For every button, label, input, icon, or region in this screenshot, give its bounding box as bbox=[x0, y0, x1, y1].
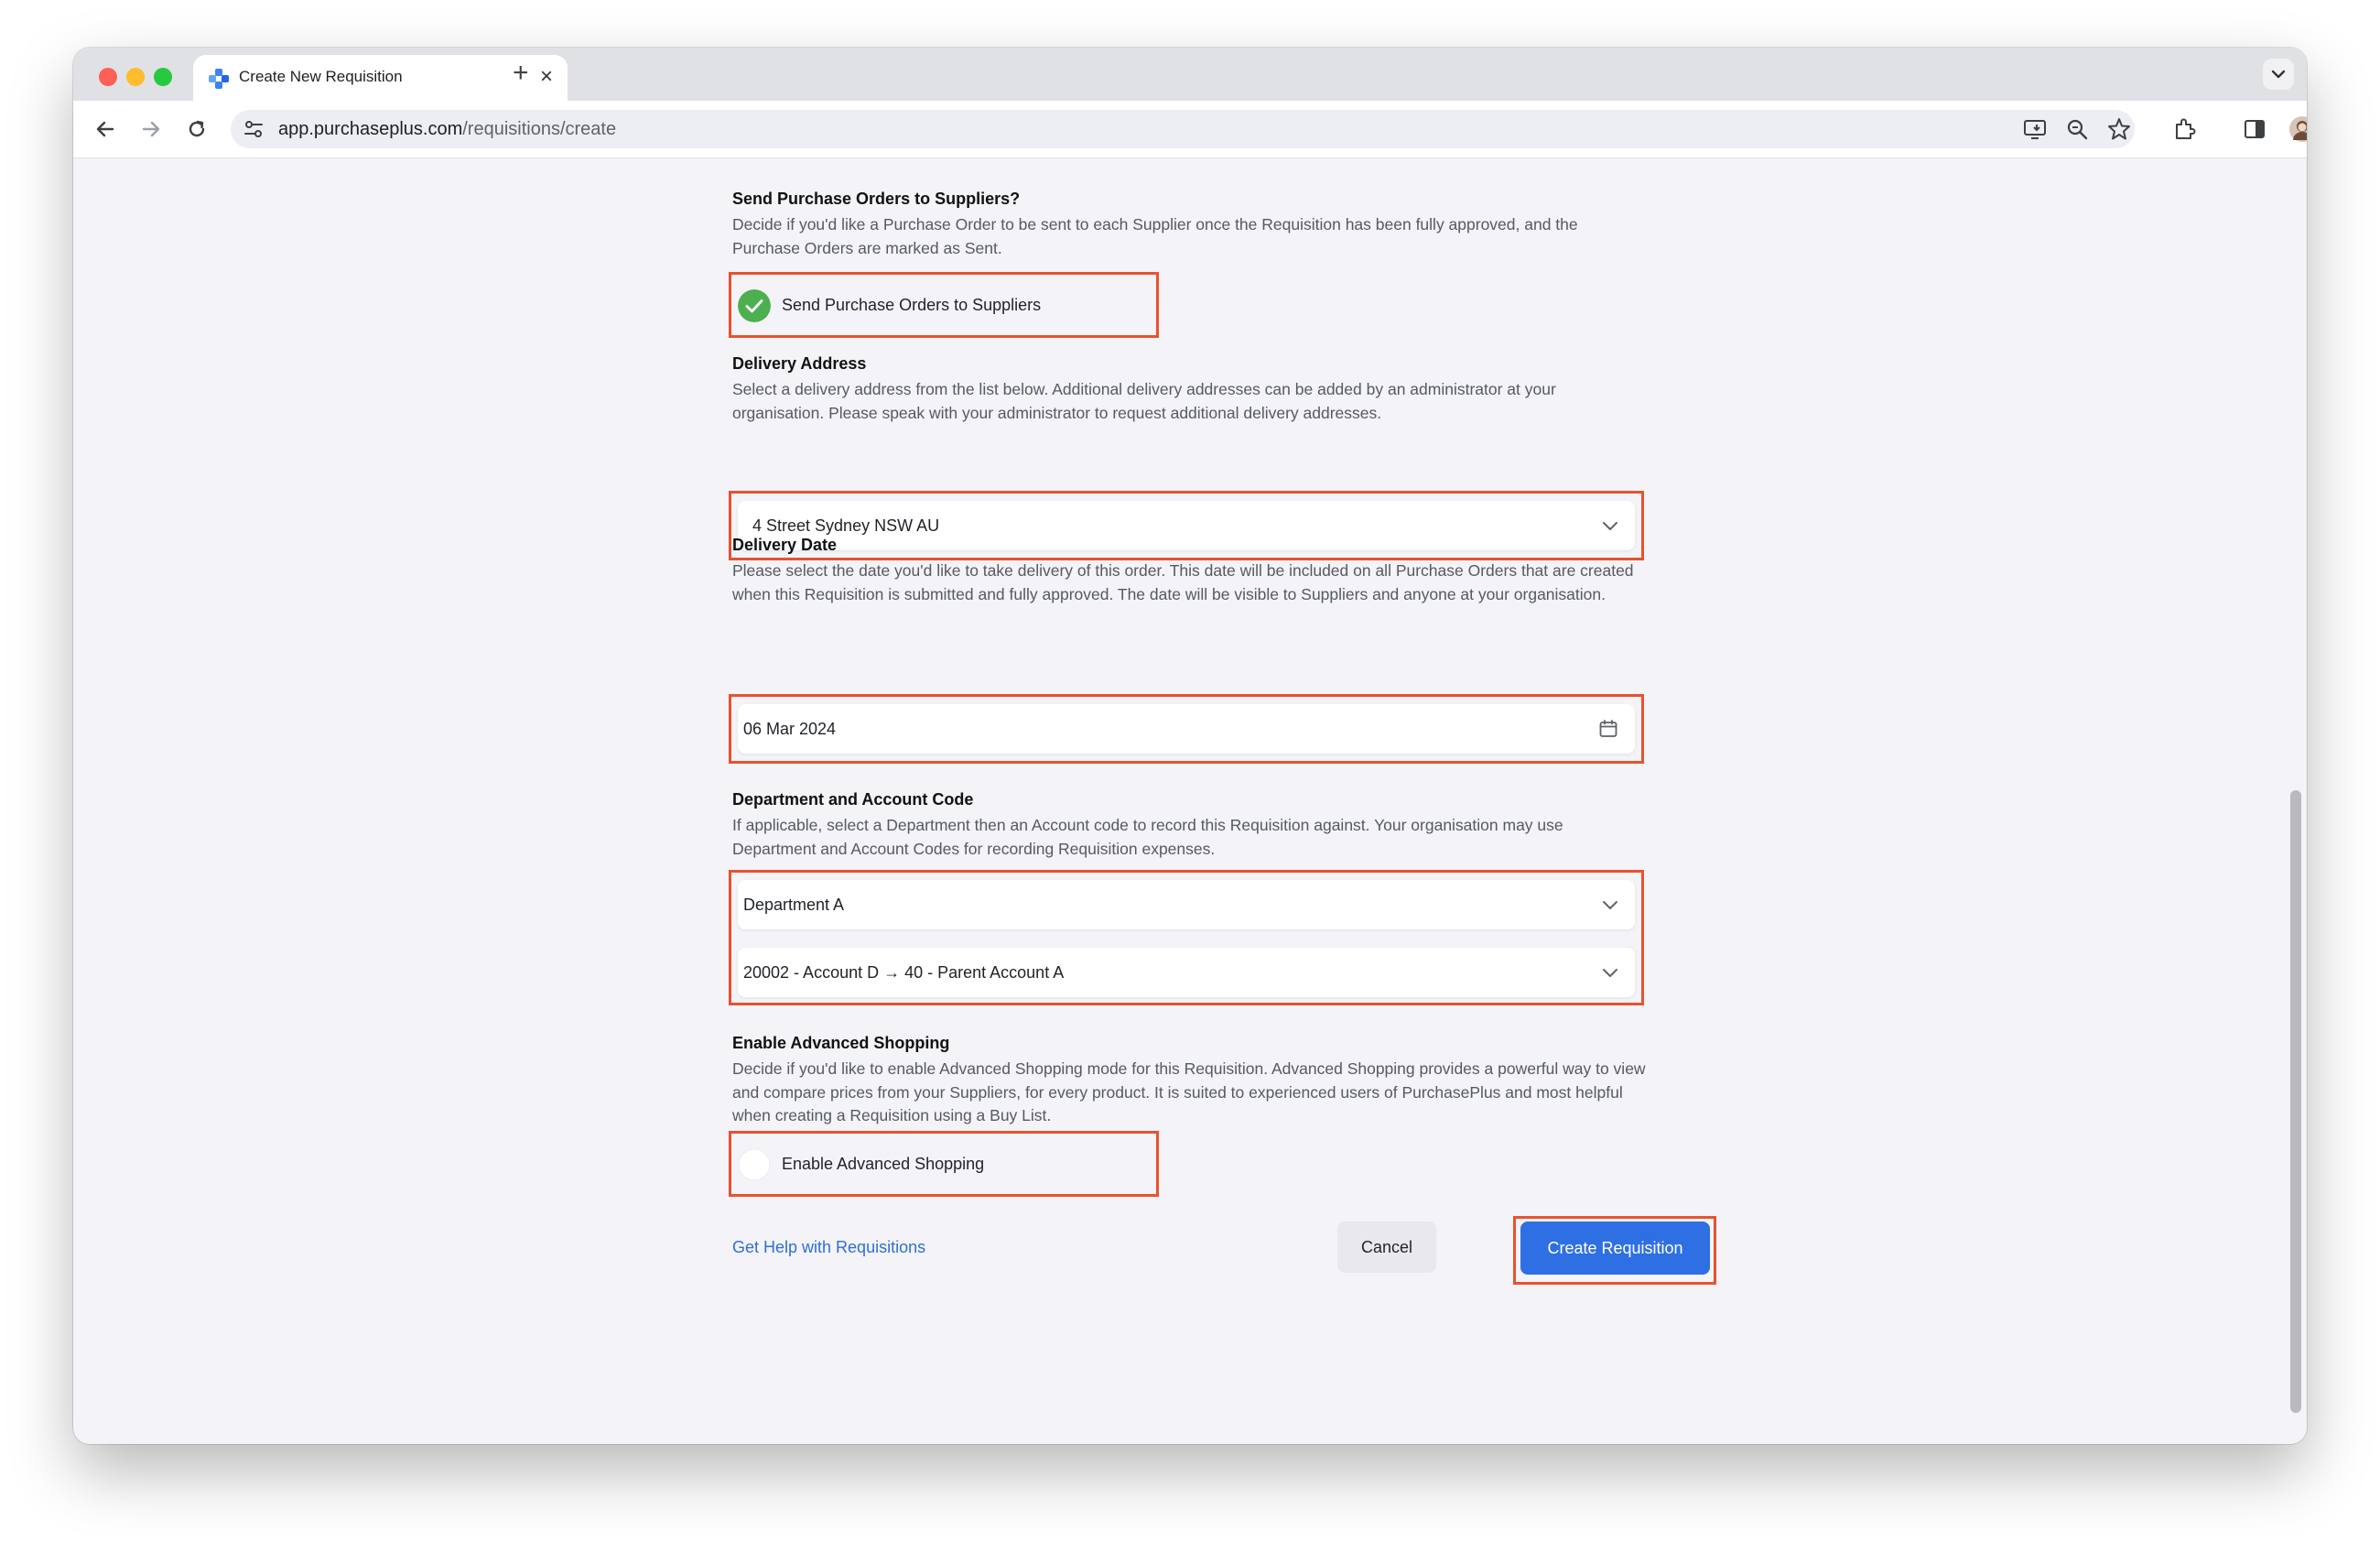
puzzle-icon bbox=[2176, 118, 2196, 139]
url-text: app.purchaseplus.com/requisitions/create bbox=[278, 119, 616, 140]
advanced-shopping-description: Decide if you'd like to enable Advanced … bbox=[732, 1059, 1646, 1124]
maximize-window-button[interactable] bbox=[154, 68, 172, 86]
send-po-toggle[interactable] bbox=[738, 289, 771, 322]
advanced-shopping-title: Enable Advanced Shopping bbox=[732, 1034, 950, 1052]
install-desktop-icon bbox=[2024, 120, 2046, 139]
cancel-button[interactable]: Cancel bbox=[1337, 1222, 1436, 1273]
url-path: /requisitions/create bbox=[462, 119, 617, 139]
zoom-button[interactable] bbox=[2061, 114, 2093, 145]
star-icon bbox=[2108, 118, 2130, 140]
create-requisition-button[interactable]: Create Requisition bbox=[1520, 1222, 1710, 1275]
browser-tab[interactable]: Create New Requisition × bbox=[193, 55, 568, 101]
send-po-description: Decide if you'd like a Purchase Order to… bbox=[732, 215, 1578, 257]
arrow-left-icon bbox=[96, 121, 114, 137]
back-button[interactable] bbox=[90, 114, 121, 145]
chevron-down-icon bbox=[2271, 70, 2286, 79]
delivery-date-input[interactable]: 06 Mar 2024 bbox=[738, 704, 1635, 754]
side-panel-icon bbox=[2245, 120, 2265, 138]
reload-icon bbox=[189, 120, 205, 137]
calendar-icon[interactable] bbox=[1598, 719, 1618, 739]
install-app-button[interactable] bbox=[2019, 114, 2050, 145]
delivery-date-title: Delivery Date bbox=[732, 536, 838, 554]
delivery-address-title: Delivery Address bbox=[732, 354, 867, 373]
purchaseplus-favicon-icon bbox=[209, 69, 229, 89]
minimize-window-button[interactable] bbox=[126, 68, 145, 86]
advanced-shopping-toggle[interactable] bbox=[738, 1148, 771, 1181]
close-tab-icon[interactable]: × bbox=[540, 64, 553, 90]
tab-search-button[interactable] bbox=[2263, 59, 2294, 90]
new-tab-icon[interactable]: + bbox=[513, 57, 529, 90]
account-code-select[interactable]: 20002 - Account D → 40 - Parent Account … bbox=[738, 948, 1635, 997]
zoom-icon bbox=[2067, 119, 2088, 140]
tab-title: Create New Requisition bbox=[239, 68, 403, 85]
department-account-description: If applicable, select a Department then … bbox=[732, 816, 1563, 858]
bookmark-button[interactable] bbox=[2104, 114, 2135, 145]
chevron-down-icon bbox=[1603, 522, 1617, 530]
reload-button[interactable] bbox=[181, 114, 212, 145]
advanced-shopping-label: Enable Advanced Shopping bbox=[782, 1155, 985, 1173]
page-content: Send Purchase Orders to Suppliers? Decid… bbox=[73, 158, 2307, 1444]
avatar bbox=[2289, 116, 2307, 142]
chevron-down-icon bbox=[1603, 901, 1617, 909]
site-settings-icon[interactable] bbox=[242, 117, 265, 141]
forward-button[interactable] bbox=[135, 114, 167, 145]
tab-strip: Create New Requisition × + bbox=[73, 48, 2307, 101]
address-bar[interactable]: app.purchaseplus.com/requisitions/create bbox=[231, 110, 2135, 148]
delivery-date-description: Please select the date you'd like to tak… bbox=[732, 561, 1634, 603]
arrow-right-icon bbox=[142, 121, 160, 137]
send-po-label: Send Purchase Orders to Suppliers bbox=[782, 296, 1042, 314]
account-code-value: 20002 - Account D → 40 - Parent Account … bbox=[743, 963, 1065, 982]
browser-window: Create New Requisition × + app.purchasep… bbox=[73, 48, 2307, 1444]
department-value: Department A bbox=[743, 896, 845, 914]
extensions-button[interactable] bbox=[2169, 114, 2201, 145]
side-panel-button[interactable] bbox=[2239, 114, 2270, 145]
chevron-down-icon bbox=[1603, 969, 1617, 977]
close-window-button[interactable] bbox=[99, 68, 117, 86]
delivery-address-select[interactable]: 4 Street Sydney NSW AU bbox=[738, 501, 1635, 550]
department-select[interactable]: Department A bbox=[738, 880, 1635, 929]
send-po-title: Send Purchase Orders to Suppliers? bbox=[732, 190, 1021, 208]
delivery-address-description: Select a delivery address from the list … bbox=[732, 380, 1556, 422]
profile-button[interactable] bbox=[2287, 114, 2307, 145]
page-scrollbar[interactable] bbox=[2290, 790, 2301, 1413]
url-host: app.purchaseplus.com bbox=[278, 119, 463, 139]
browser-toolbar: app.purchaseplus.com/requisitions/create bbox=[73, 101, 2307, 158]
help-requisitions-link[interactable]: Get Help with Requisitions bbox=[732, 1238, 925, 1257]
department-account-title: Department and Account Code bbox=[732, 790, 974, 809]
delivery-date-value: 06 Mar 2024 bbox=[743, 720, 837, 738]
